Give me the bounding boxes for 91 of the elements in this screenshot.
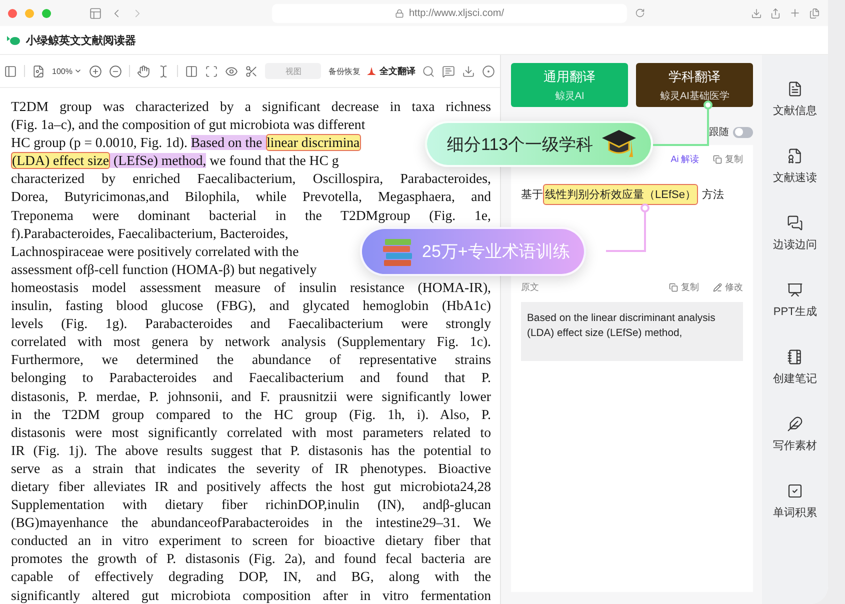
source-text: Based on the linear discriminant analysis (LDA) effect size (LEfSe) method, xyxy=(521,302,744,361)
translated-text: 基于 xyxy=(521,188,543,202)
chat-bubbles-icon xyxy=(787,215,804,231)
sidebar-item[interactable]: PPT生成 xyxy=(773,282,817,319)
translation-action[interactable]: Ai 解读 xyxy=(670,153,700,166)
follow-toggle[interactable] xyxy=(733,126,754,138)
document-text-line: Lachnospiraceae were positively correlated with the xyxy=(11,242,299,261)
document-text-line: in the T2DM group compared to the HC group (Fig. 1h, i). Also, P. xyxy=(11,406,491,424)
document-text-line: capable of effectively degrading DOP, IN, and BG, along with the xyxy=(11,568,491,586)
fullscreen-icon[interactable] xyxy=(205,64,218,78)
source-action[interactable]: 修改 xyxy=(713,281,744,294)
document-text-line: assessment ofβ-cell function (HOMA-β) but negatively xyxy=(11,260,317,279)
document-text-line: HC group (p = 0.0010, Fig. 1d). Based on the linear discrimina xyxy=(11,134,361,152)
eye-icon[interactable] xyxy=(225,64,238,78)
document-text-line: distasonis, P. merdae, P. johnsonii, and F. prausnitzii were significantly lower xyxy=(11,388,491,406)
notebook-icon xyxy=(787,349,804,365)
download-icon[interactable] xyxy=(462,64,476,78)
slides-icon xyxy=(787,282,804,298)
promo-banner: 25万+专业术语训练 xyxy=(360,227,586,276)
download-icon[interactable] xyxy=(751,8,762,18)
sidebar-item[interactable]: 边读边问 xyxy=(773,215,818,252)
document-text-line: (BG)mayenhance the abundanceofParabacteroides in the intestine29–31. We xyxy=(11,514,491,532)
zoom-in-icon[interactable] xyxy=(89,64,102,78)
sidebar-item[interactable]: 文献信息 xyxy=(773,81,818,118)
document-text-line: belonging to Parabacteroides and Faecalibacterium and found that P. xyxy=(11,369,491,388)
copy-icon xyxy=(713,155,722,164)
lock-icon xyxy=(394,8,404,18)
document-text-line: Furthermore, we determined the abundance of representative strains xyxy=(11,351,491,370)
caret-icon xyxy=(74,67,82,75)
document-text-line: insulin, fasting blood glucose (FBG), and glycated hemoglobin (HbA1c) xyxy=(11,297,491,316)
document-text-line: T2DM group was characterized by a significant decrease in taxa richness xyxy=(11,98,491,116)
document-text-line: levels (Fig. 1g). Parabacteroides and Faecalibacterium were strongly xyxy=(11,315,491,334)
hand-icon[interactable] xyxy=(137,64,150,78)
document-text-line: (LDA) effect size (LEfSe) method, we found that the HC g xyxy=(11,152,339,170)
connector-line xyxy=(606,204,650,252)
tabs-icon[interactable] xyxy=(809,8,820,18)
document-text-line: Treponema were dominant bacterial in the T2DMgroup (Fig. 1e, xyxy=(11,206,491,225)
document-text-line: significantly altered gut microbiota composition after in vitro fermentation xyxy=(11,586,491,604)
info-list-icon xyxy=(787,81,804,97)
whale-logo-icon xyxy=(6,34,20,46)
sidebar-toggle-icon[interactable] xyxy=(89,6,102,20)
translation-mode-button[interactable]: 学科翻译 鲸灵AI基础医学 xyxy=(636,63,754,107)
app-title: 小绿鲸英文文献阅读器 xyxy=(26,34,136,48)
document-icon xyxy=(787,148,804,164)
document-text-line: Dorea, Butyricimonas,and Bilophila, while Prevotella, Megasphaera, and xyxy=(11,188,491,206)
zoom-dropdown[interactable]: 100% xyxy=(52,66,82,76)
follow-label: 跟随 xyxy=(709,126,730,139)
share-icon[interactable] xyxy=(770,8,781,18)
document-text-line: promotes the growth of P. distasonis (Fig. 2a), and found fecal bacteria are xyxy=(11,550,491,568)
comment-icon[interactable] xyxy=(442,64,456,78)
address-bar[interactable]: http://www.xljsci.com/ xyxy=(272,4,627,22)
document-text-line: serve as a strain that indicates the severity of IR phenotypes. Bioactive xyxy=(11,460,491,478)
sidebar-item[interactable]: 创建笔记 xyxy=(773,349,818,386)
document-text-line: dietary fiber alleviates IR and positively affects the host gut microbiota24,28 xyxy=(11,478,491,496)
close-button[interactable] xyxy=(8,8,17,18)
reload-icon[interactable] xyxy=(635,8,645,18)
document-text-line: homeostasis model assessment measure of insulin resistance (HOMA-IR), xyxy=(11,278,491,297)
split-view-icon[interactable] xyxy=(185,64,198,78)
sidebar-item[interactable]: 文献速读 xyxy=(773,148,818,185)
pdf-icon xyxy=(367,66,376,76)
panel-icon[interactable] xyxy=(4,64,17,78)
translation-action[interactable]: 复制 xyxy=(713,153,744,166)
pencil-icon xyxy=(713,283,722,292)
document-text-line: IR (Fig. 1j). The above results suggest that P. distasonis has the potential to xyxy=(11,442,491,460)
url-text: http://www.xljsci.com/ xyxy=(408,8,504,18)
backup-restore-button[interactable]: 备份恢复 xyxy=(328,66,360,76)
promo-banner: 细分113个一级学科 xyxy=(425,121,654,167)
document-text-line: (Fig. 1a–c), and the composition of gut microbiota was different xyxy=(11,116,366,134)
settings-icon[interactable] xyxy=(482,64,496,78)
document-text-line: Supplementation with dietary fiber richinDOP,inulin (IN), andβ-glucan xyxy=(11,496,491,514)
zoom-out-icon[interactable] xyxy=(109,64,122,78)
search-icon[interactable] xyxy=(422,64,436,78)
books-icon xyxy=(382,236,414,266)
scissors-icon[interactable] xyxy=(245,64,258,78)
sidebar-item[interactable]: 单词积累 xyxy=(773,483,818,520)
graduation-cap-icon xyxy=(601,128,638,160)
translated-text: 方法 xyxy=(702,188,724,202)
highlighted-term: 线性判别分析效应量（LEfSe） xyxy=(543,184,698,205)
full-translate-button[interactable]: 全文翻译 xyxy=(367,64,416,78)
sidebar-item[interactable]: 写作素材 xyxy=(773,416,818,453)
feather-icon xyxy=(787,416,804,432)
page-icon[interactable] xyxy=(32,64,45,78)
document-text-line: f).Parabacteroides, Faecalibacterium, Bacteroides, xyxy=(11,224,288,243)
document-text-line: correlated with most genera by network analysis (Supplementary Fig. 1c). xyxy=(11,333,491,352)
new-tab-icon[interactable] xyxy=(789,7,801,19)
copy-icon xyxy=(669,283,678,292)
document-text-line: characterized by enriched Faecalibacterium, Oscillospira, Parabacteroides, xyxy=(11,170,491,188)
source-label: 原文 xyxy=(521,281,539,294)
source-action[interactable]: 复制 xyxy=(669,281,700,294)
document-text-line: conducted an in vitro experiment to screen for bioactive dietary fiber that xyxy=(11,532,491,550)
document-text-line: distasonis were most significantly correlated with most parameters related to xyxy=(11,424,491,442)
